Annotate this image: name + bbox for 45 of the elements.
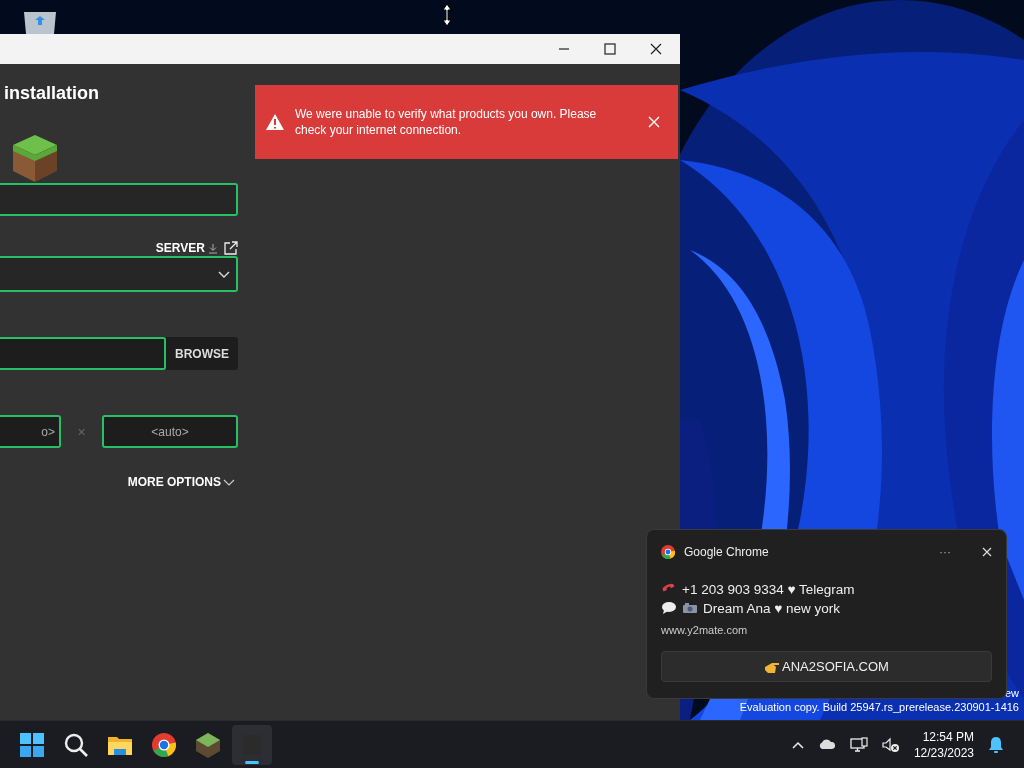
message-text: +1 203 903 9334 ♥ Telegram xyxy=(682,581,855,597)
recycle-bin-icon[interactable] xyxy=(21,12,59,34)
app-name: Google Chrome xyxy=(684,545,770,559)
chevron-up-icon[interactable] xyxy=(791,740,804,749)
camera-icon xyxy=(682,602,698,614)
version-dropdown[interactable] xyxy=(0,256,238,292)
more-button[interactable]: ··· xyxy=(939,545,951,559)
chrome-icon xyxy=(661,545,675,559)
height-field[interactable]: <auto> xyxy=(102,415,238,448)
taskbar-button[interactable] xyxy=(232,724,272,765)
name-field[interactable] xyxy=(0,183,238,216)
clock-time: 12:54 PM xyxy=(921,728,974,745)
server-link[interactable]: SERVER xyxy=(155,241,218,255)
close-icon[interactable] xyxy=(650,43,662,55)
network-icon[interactable] xyxy=(849,736,868,753)
source-url: www.y2mate.com xyxy=(661,624,749,636)
clock[interactable]: 12:54 PM 12/23/2023 xyxy=(913,728,974,761)
watermark-text: ew xyxy=(1003,686,1019,700)
directory-field[interactable] xyxy=(0,337,166,370)
chevron-down-icon xyxy=(223,478,235,486)
external-link-icon[interactable] xyxy=(224,241,238,255)
page-heading: installation xyxy=(3,83,100,105)
start-icon xyxy=(18,730,46,759)
bell-icon[interactable] xyxy=(988,736,1004,753)
message-text: Dream Ana ♥ new york xyxy=(703,600,841,616)
chevron-down-icon xyxy=(218,270,230,278)
maximize-icon[interactable] xyxy=(604,43,616,55)
watermark-text: Evaluation copy. Build 25947.rs_prerelease.230901-1416 xyxy=(739,700,1019,714)
times-sign: × xyxy=(76,423,87,440)
width-field[interactable]: o> xyxy=(0,415,61,448)
cube-icon xyxy=(194,730,222,759)
error-message: We were unable to verify what products you own. Please check your internet connection. xyxy=(295,106,598,138)
download-icon xyxy=(208,242,218,254)
browse-button[interactable]: BROWSE xyxy=(166,337,238,370)
grass-block-icon[interactable] xyxy=(12,133,58,183)
chrome-icon xyxy=(150,730,178,759)
action-button[interactable]: ANA2SOFIA.COM xyxy=(661,651,992,682)
cloud-icon[interactable] xyxy=(817,739,836,750)
warning-icon xyxy=(265,113,285,131)
active-indicator xyxy=(245,760,259,764)
more-options-link[interactable]: MORE OPTIONS xyxy=(127,475,238,489)
speech-bubble-icon xyxy=(661,601,677,615)
resize-cursor-icon xyxy=(442,3,452,27)
clock-date: 12/23/2023 xyxy=(913,744,974,761)
speaker-muted-icon[interactable] xyxy=(881,736,900,753)
